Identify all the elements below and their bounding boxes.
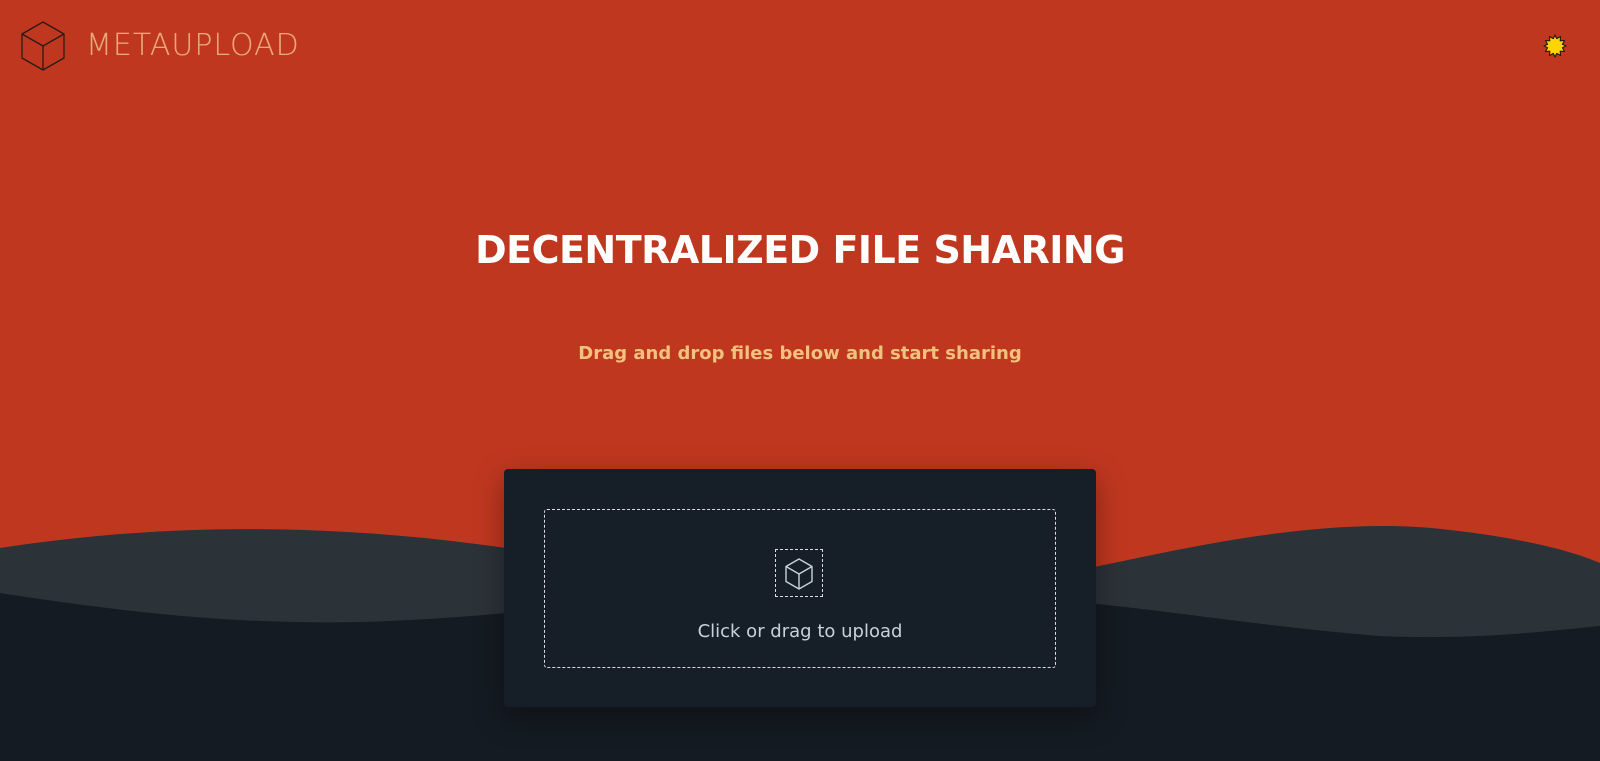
upload-icon-frame bbox=[775, 549, 823, 597]
upload-label: Click or drag to upload bbox=[697, 621, 903, 642]
sun-icon[interactable] bbox=[1543, 34, 1567, 58]
header: METAUPLOAD bbox=[0, 0, 1600, 92]
page: METAUPLOAD DECENTRALIZED FILE SHARING Dr… bbox=[0, 0, 1600, 761]
logo[interactable]: METAUPLOAD bbox=[20, 20, 300, 72]
logo-text: METAUPLOAD bbox=[86, 28, 300, 63]
page-subtitle: Drag and drop files below and start shar… bbox=[578, 343, 1022, 364]
page-title: DECENTRALIZED FILE SHARING bbox=[475, 228, 1125, 272]
upload-dropzone[interactable]: Click or drag to upload bbox=[544, 509, 1056, 668]
cube-icon bbox=[785, 558, 813, 590]
upload-card: Click or drag to upload bbox=[504, 469, 1096, 707]
cube-icon bbox=[21, 21, 65, 71]
